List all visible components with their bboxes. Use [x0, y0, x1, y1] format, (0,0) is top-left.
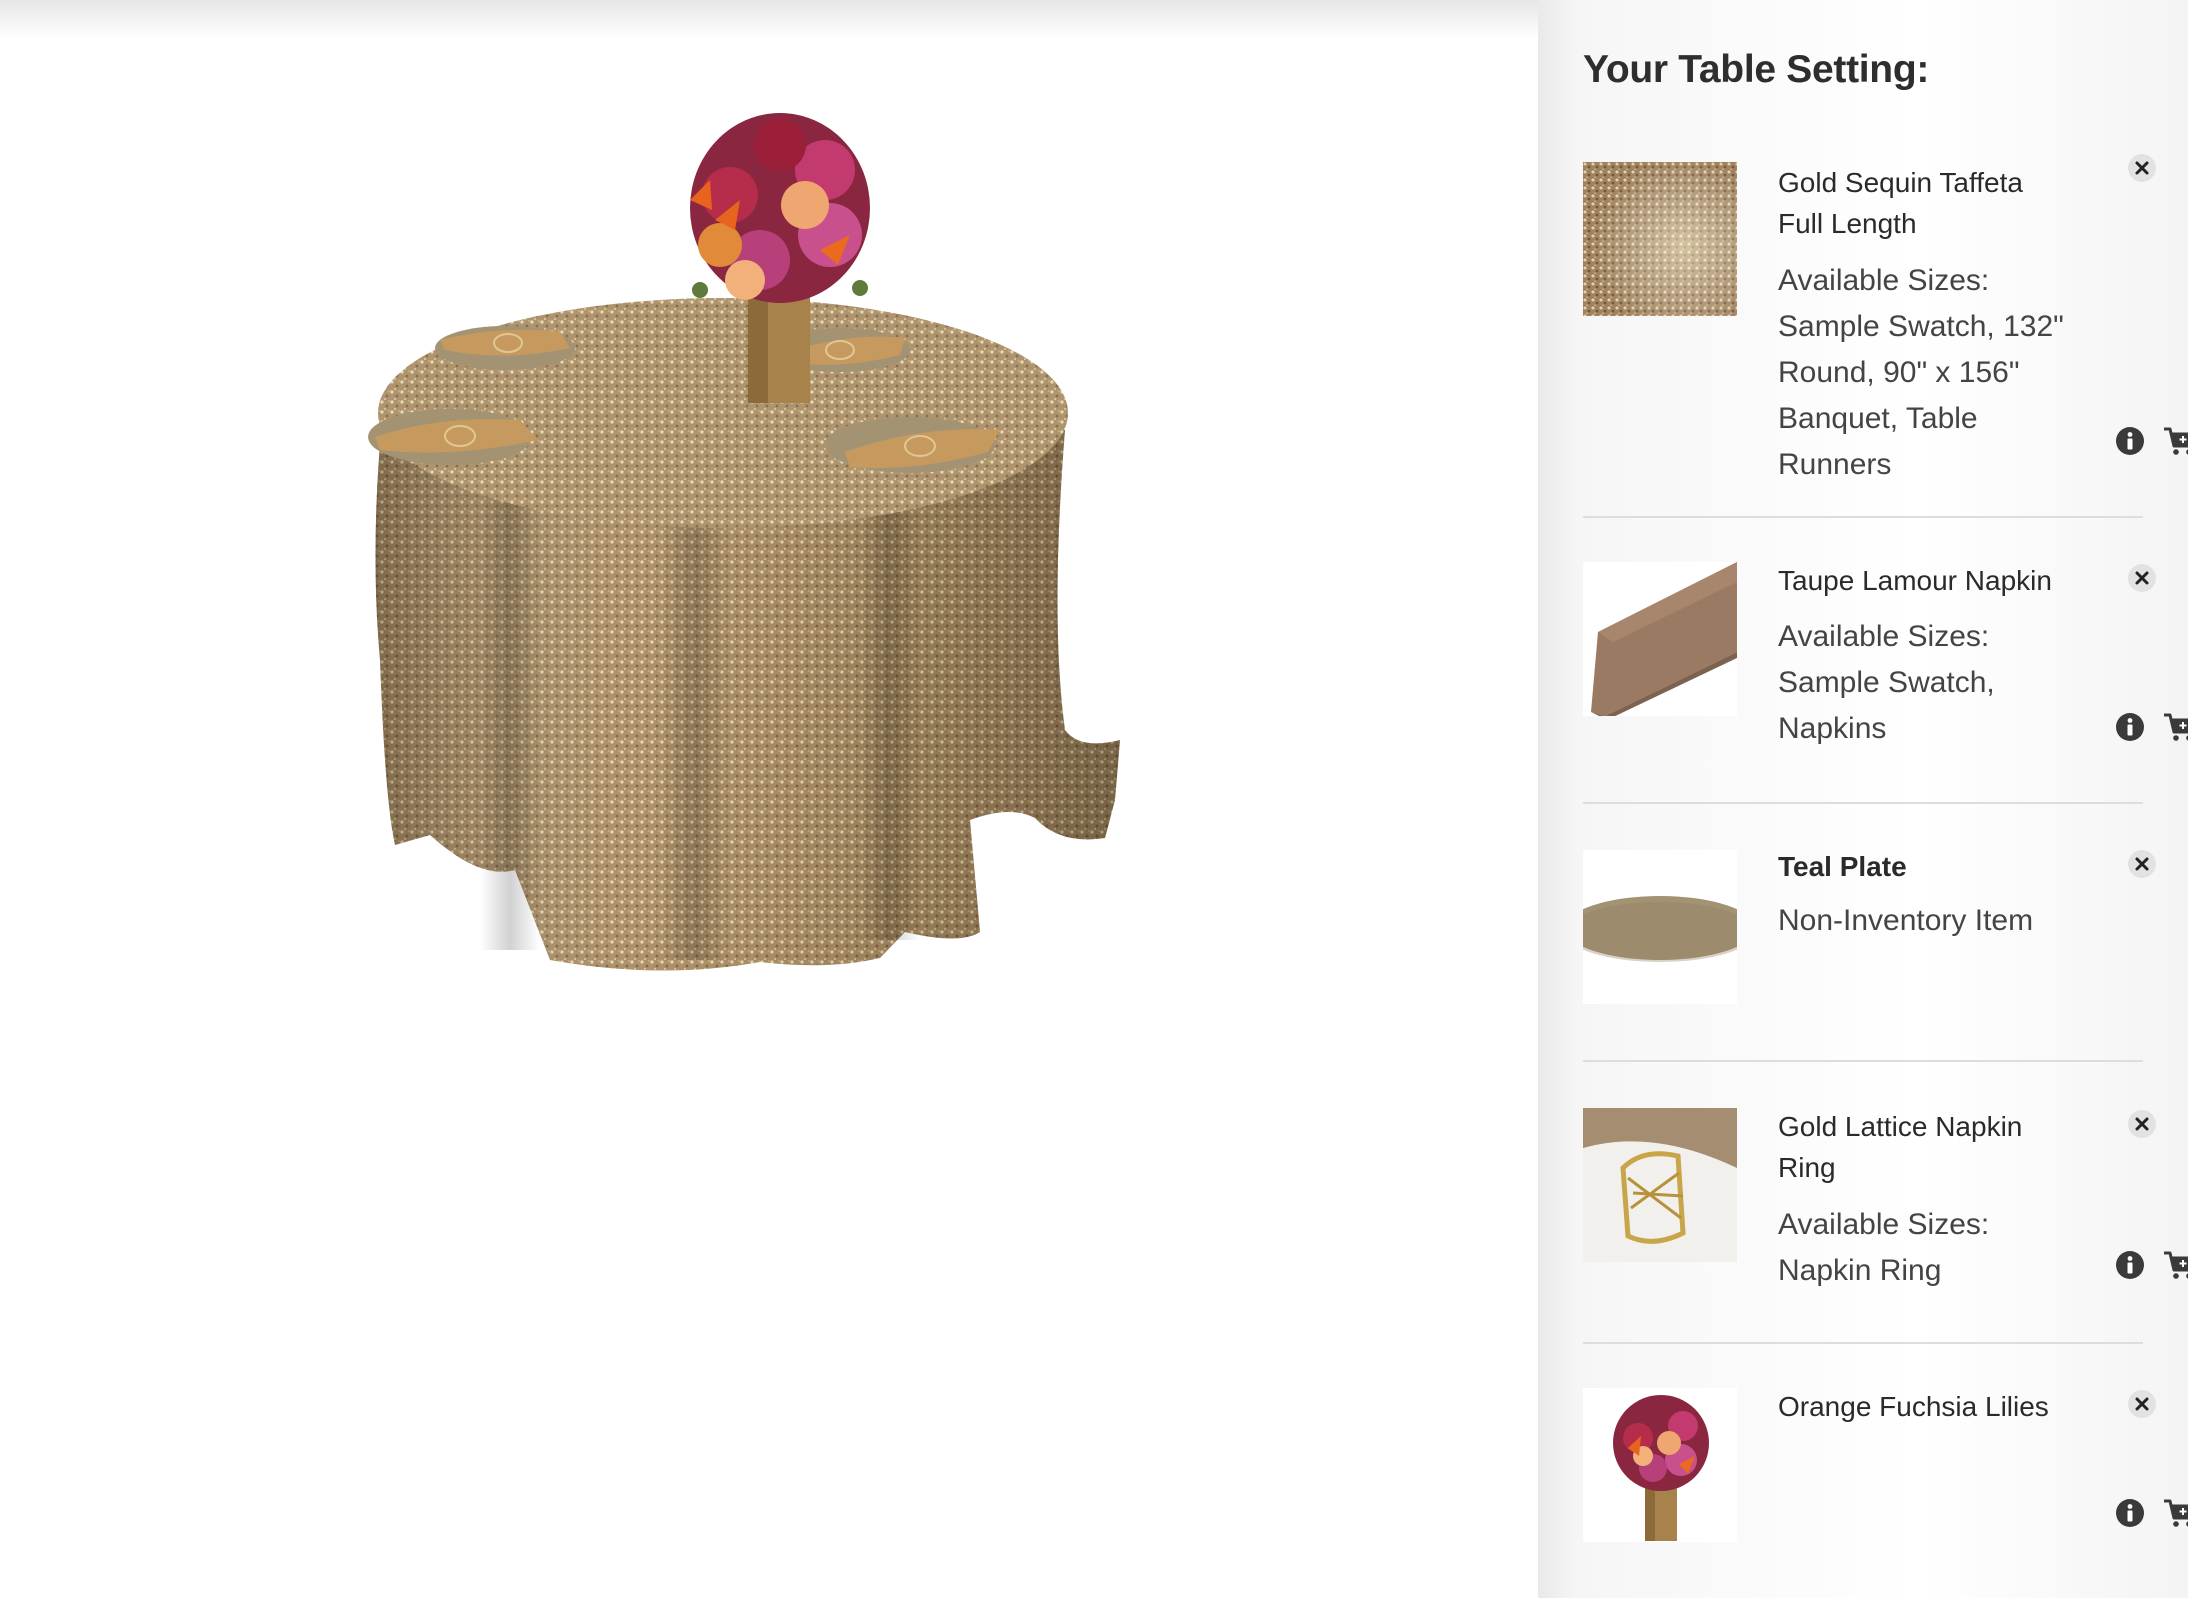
flower-centerpiece-thumbnail[interactable] — [1583, 1388, 1737, 1542]
info-icon[interactable] — [2115, 1250, 2145, 1280]
napkin-ring-icon — [1583, 1108, 1737, 1262]
sizes-line: Runners — [1778, 448, 1892, 481]
info-icon[interactable] — [2115, 426, 2145, 456]
item-name-line: Full Length — [1778, 208, 1917, 239]
item-name-line: Ring — [1778, 1152, 1836, 1183]
sizes-line: Sample Swatch, 132" — [1778, 310, 2064, 343]
add-to-cart-icon[interactable] — [2163, 1498, 2188, 1528]
sizes-line: Available Sizes: — [1778, 264, 1990, 297]
plate-thumbnail[interactable] — [1583, 850, 1737, 1004]
sizes-line: Sample Swatch, — [1778, 666, 1995, 699]
item-divider — [1583, 1342, 2143, 1344]
sizes-line: Round, 90" x 156" — [1778, 356, 2020, 389]
napkin-ring-thumbnail[interactable] — [1583, 1108, 1737, 1262]
item-name: Taupe Lamour Napkin — [1778, 560, 2068, 601]
close-icon — [2135, 161, 2149, 175]
sizes-line: Available Sizes: — [1778, 1208, 1990, 1241]
close-icon — [2135, 1397, 2149, 1411]
close-icon — [2135, 857, 2149, 871]
item-name: Orange Fuchsia Lilies — [1778, 1386, 2118, 1427]
sizes-line: Banquet, Table — [1778, 402, 1978, 435]
item-divider — [1583, 516, 2143, 518]
remove-item-button[interactable] — [2128, 564, 2156, 592]
item-name-line: Teal Plate — [1778, 851, 1907, 882]
centerpiece-flowers — [690, 113, 870, 303]
item-name-line: Orange Fuchsia Lilies — [1778, 1391, 2049, 1422]
add-to-cart-icon[interactable] — [2163, 1250, 2188, 1280]
item-divider — [1583, 802, 2143, 804]
taupe-napkin-icon — [1583, 562, 1737, 716]
sizes-line: Napkin Ring — [1778, 1254, 1942, 1287]
item-name-line: Gold Sequin Taffeta — [1778, 167, 2023, 198]
gold-sequin-swatch-thumbnail[interactable] — [1583, 162, 1737, 316]
sizes-line: Non-Inventory Item — [1778, 904, 2034, 937]
item-sizes: Non-Inventory Item — [1778, 898, 2078, 944]
close-icon — [2135, 1117, 2149, 1131]
gold-sequin-swatch-icon — [1583, 162, 1737, 316]
item-name: Gold Sequin Taffeta Full Length — [1778, 162, 2068, 244]
flower-centerpiece-icon — [1583, 1388, 1737, 1542]
remove-item-button[interactable] — [2128, 1390, 2156, 1418]
table-setting-preview — [360, 100, 1220, 980]
item-name-line: Gold Lattice Napkin — [1778, 1111, 2023, 1142]
remove-item-button[interactable] — [2128, 850, 2156, 878]
panel-title: Your Table Setting: — [1583, 48, 1930, 91]
remove-item-button[interactable] — [2128, 154, 2156, 182]
info-icon[interactable] — [2115, 712, 2145, 742]
add-to-cart-icon[interactable] — [2163, 712, 2188, 742]
taupe-napkin-thumbnail[interactable] — [1583, 562, 1737, 716]
item-sizes: Available Sizes: Sample Swatch, 132" Rou… — [1778, 258, 2078, 488]
item-divider — [1583, 1060, 2143, 1062]
item-sizes: Available Sizes: Sample Swatch, Napkins — [1778, 614, 2078, 752]
item-name: Gold Lattice Napkin Ring — [1778, 1106, 2068, 1188]
add-to-cart-icon[interactable] — [2163, 426, 2188, 456]
item-name-line: Taupe Lamour Napkin — [1778, 565, 2052, 596]
item-sizes: Available Sizes: Napkin Ring — [1778, 1202, 2078, 1294]
plate-icon — [1583, 850, 1737, 1004]
sizes-line: Available Sizes: — [1778, 620, 1990, 653]
remove-item-button[interactable] — [2128, 1110, 2156, 1138]
info-icon[interactable] — [2115, 1498, 2145, 1528]
item-name: Teal Plate — [1778, 846, 2068, 887]
sizes-line: Napkins — [1778, 712, 1887, 745]
table-preview-image — [368, 113, 1120, 971]
table-preview-stage — [0, 0, 1538, 1598]
close-icon — [2135, 571, 2149, 585]
table-setting-panel: Your Table Setting: Gold Sequin Taffeta … — [1538, 0, 2188, 1598]
